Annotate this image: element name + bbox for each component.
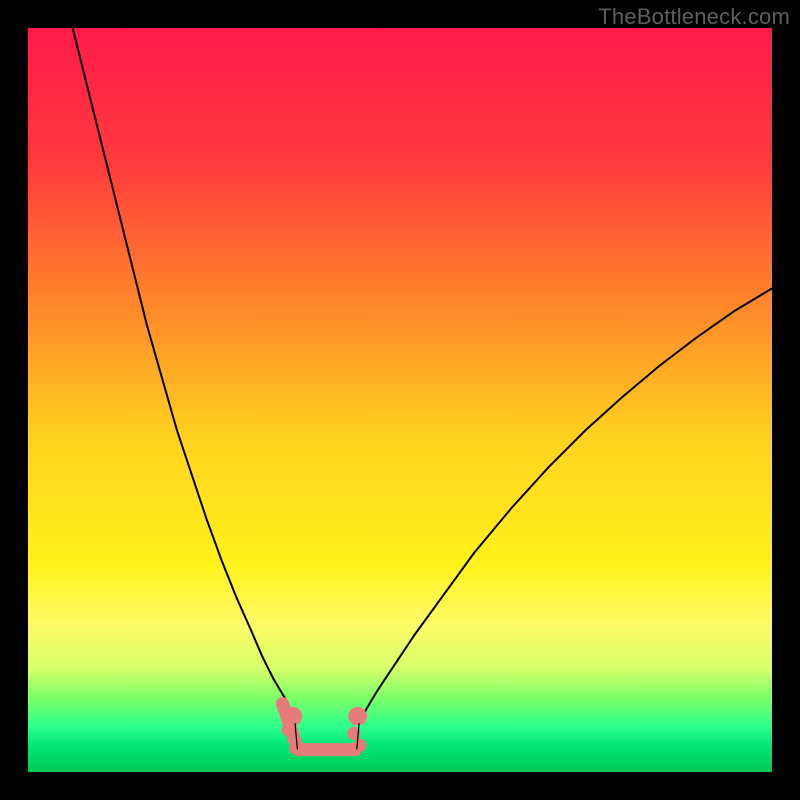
chart-frame: TheBottleneck.com xyxy=(0,0,800,800)
marker-dot xyxy=(348,707,367,726)
gradient-background xyxy=(28,28,772,772)
marker-dot xyxy=(353,739,366,752)
marker-dot xyxy=(283,707,302,726)
watermark-label: TheBottleneck.com xyxy=(598,4,790,30)
plot-area xyxy=(28,28,772,772)
chart-svg xyxy=(28,28,772,772)
marker-dot xyxy=(289,741,302,754)
